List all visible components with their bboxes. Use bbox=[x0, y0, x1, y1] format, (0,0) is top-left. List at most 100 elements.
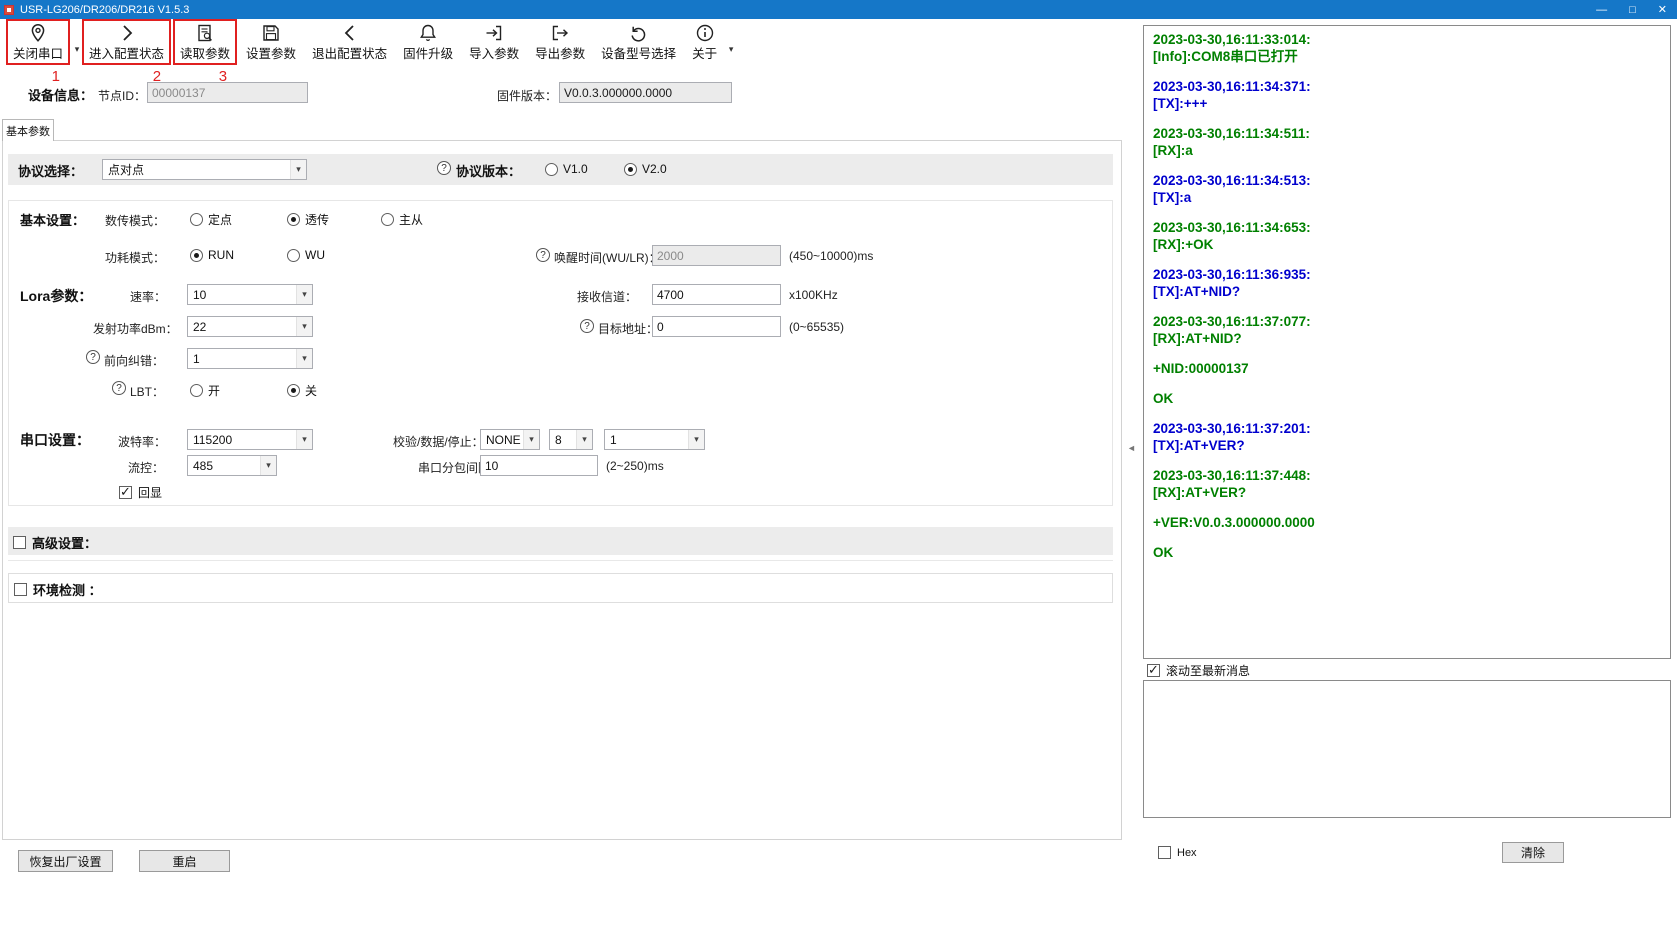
hex-checkbox[interactable]: Hex bbox=[1158, 846, 1197, 859]
log-area[interactable]: 2023-03-30,16:11:33:014:[Info]:COM8串口已打开… bbox=[1143, 25, 1671, 659]
radio-label: 主从 bbox=[399, 211, 423, 228]
log-message: OK bbox=[1153, 390, 1661, 407]
chevron-down-icon bbox=[296, 285, 312, 304]
environment-checkbox[interactable]: 环境检测 ： bbox=[14, 580, 102, 599]
radio-label: 关 bbox=[305, 382, 317, 399]
radio-protocol-v2[interactable]: V2.0 bbox=[624, 162, 667, 176]
data-bits-select[interactable]: 8 bbox=[549, 429, 593, 450]
chevron-down-icon bbox=[688, 430, 704, 449]
tab-basic-params[interactable]: 基本参数 bbox=[2, 119, 54, 141]
undo-arrow-icon bbox=[629, 23, 649, 43]
radio-power-wu[interactable]: WU bbox=[287, 248, 325, 262]
log-message: [RX]:AT+NID? bbox=[1153, 330, 1661, 347]
about-button[interactable]: 关于 bbox=[685, 19, 724, 65]
firmware-label: 固件版本： bbox=[497, 87, 557, 104]
tx-power-label: 发射功率dBm： bbox=[93, 320, 178, 337]
export-params-button[interactable]: 导出参数 bbox=[528, 19, 592, 65]
toolbar-button-label: 固件升级 bbox=[403, 43, 453, 62]
help-icon bbox=[112, 381, 126, 395]
radio-icon bbox=[545, 163, 558, 176]
lbt-label: LBT： bbox=[130, 383, 164, 400]
dropdown-caret-icon[interactable] bbox=[726, 44, 736, 55]
radio-lbt-on[interactable]: 开 bbox=[190, 382, 220, 399]
checkbox-label: Hex bbox=[1177, 847, 1197, 859]
read-params-icon bbox=[195, 23, 215, 43]
checkbox-label: 环境检测 ： bbox=[33, 580, 102, 599]
checkbox-icon bbox=[119, 486, 132, 499]
baud-select[interactable]: 115200 bbox=[187, 429, 313, 450]
protocol-select[interactable]: 点对点 bbox=[102, 159, 307, 180]
device-model-select-button[interactable]: 设备型号选择 bbox=[594, 19, 683, 65]
checkbox-icon bbox=[1158, 846, 1171, 859]
help-icon bbox=[536, 248, 550, 262]
firmware-bell-icon bbox=[418, 23, 438, 43]
radio-data-mode-fixed[interactable]: 定点 bbox=[190, 211, 232, 228]
radio-label: 开 bbox=[208, 382, 220, 399]
log-timestamp: 2023-03-30,16:11:33:014: bbox=[1153, 31, 1661, 48]
protocol-select-label: 协议选择： bbox=[18, 161, 83, 180]
radio-data-mode-transparent[interactable]: 透传 bbox=[287, 211, 329, 228]
wake-time-input[interactable] bbox=[652, 245, 781, 266]
reboot-button[interactable]: 重启 bbox=[139, 850, 230, 872]
target-addr-range: (0~65535) bbox=[789, 320, 844, 334]
maximize-button[interactable]: □ bbox=[1629, 4, 1636, 16]
packet-interval-range: (2~250)ms bbox=[606, 459, 664, 473]
radio-power-run[interactable]: RUN bbox=[190, 248, 234, 262]
log-entry: OK bbox=[1153, 544, 1661, 561]
radio-data-mode-master-slave[interactable]: 主从 bbox=[381, 211, 423, 228]
tx-power-select[interactable]: 22 bbox=[187, 316, 313, 337]
log-message: +VER:V0.0.3.000000.0000 bbox=[1153, 514, 1661, 531]
advanced-section-bar bbox=[8, 527, 1113, 555]
exit-config-state-button[interactable]: 退出配置状态 bbox=[305, 19, 394, 65]
close-button[interactable]: ✕ bbox=[1658, 3, 1667, 16]
echo-checkbox[interactable]: 回显 bbox=[119, 484, 162, 501]
clear-log-button[interactable]: 清除 bbox=[1502, 842, 1564, 863]
radio-lbt-off[interactable]: 关 bbox=[287, 382, 317, 399]
packet-interval-input[interactable] bbox=[480, 455, 598, 476]
select-value: 115200 bbox=[193, 433, 296, 447]
radio-label: V1.0 bbox=[563, 162, 588, 176]
firmware-upgrade-button[interactable]: 固件升级 bbox=[396, 19, 460, 65]
radio-label: 定点 bbox=[208, 211, 232, 228]
log-message: [TX]:+++ bbox=[1153, 95, 1661, 112]
node-id-input[interactable] bbox=[147, 82, 308, 103]
radio-icon bbox=[381, 213, 394, 226]
log-message: [TX]:a bbox=[1153, 189, 1661, 206]
stop-bits-select[interactable]: 1 bbox=[604, 429, 705, 450]
export-icon bbox=[550, 23, 570, 43]
help-icon bbox=[580, 319, 594, 333]
rate-select[interactable]: 10 bbox=[187, 284, 313, 305]
set-params-button[interactable]: 设置参数 bbox=[239, 19, 303, 65]
radio-protocol-v1[interactable]: V1.0 bbox=[545, 162, 588, 176]
rate-label: 速率： bbox=[130, 288, 166, 305]
log-message: [Info]:COM8串口已打开 bbox=[1153, 48, 1661, 65]
splitter-collapse-icon[interactable] bbox=[1127, 443, 1136, 453]
close-serial-port-button[interactable]: 关闭串口 1 bbox=[6, 19, 70, 65]
fec-select[interactable]: 1 bbox=[187, 348, 313, 369]
toolbar-button-label: 导入参数 bbox=[469, 43, 519, 62]
chevron-down-icon bbox=[296, 317, 312, 336]
advanced-settings-checkbox[interactable]: 高级设置： bbox=[13, 533, 97, 552]
import-params-button[interactable]: 导入参数 bbox=[462, 19, 526, 65]
minimize-button[interactable]: — bbox=[1596, 4, 1607, 16]
chevron-down-icon bbox=[296, 349, 312, 368]
dropdown-caret-icon[interactable] bbox=[72, 44, 82, 55]
scroll-to-latest-checkbox[interactable]: 滚动至最新消息 bbox=[1147, 662, 1250, 679]
log-entry: 2023-03-30,16:11:33:014:[Info]:COM8串口已打开 bbox=[1153, 31, 1661, 65]
rx-channel-input[interactable] bbox=[652, 284, 781, 305]
enter-config-state-button[interactable]: 进入配置状态 2 bbox=[82, 19, 171, 65]
log-entry: 2023-03-30,16:11:37:077:[RX]:AT+NID? bbox=[1153, 313, 1661, 347]
firmware-input[interactable] bbox=[559, 82, 732, 103]
log-timestamp: 2023-03-30,16:11:34:511: bbox=[1153, 125, 1661, 142]
log-timestamp: 2023-03-30,16:11:34:513: bbox=[1153, 172, 1661, 189]
parity-select[interactable]: NONE bbox=[480, 429, 540, 450]
select-value: 22 bbox=[193, 320, 296, 334]
target-addr-input[interactable] bbox=[652, 316, 781, 337]
read-params-button[interactable]: 读取参数 3 bbox=[173, 19, 237, 65]
log-timestamp: 2023-03-30,16:11:36:935: bbox=[1153, 266, 1661, 283]
send-input-area[interactable] bbox=[1143, 680, 1671, 818]
flow-select[interactable]: 485 bbox=[187, 455, 277, 476]
splitter[interactable] bbox=[1126, 19, 1138, 940]
factory-reset-button[interactable]: 恢复出厂设置 bbox=[18, 850, 113, 872]
import-icon bbox=[484, 23, 504, 43]
